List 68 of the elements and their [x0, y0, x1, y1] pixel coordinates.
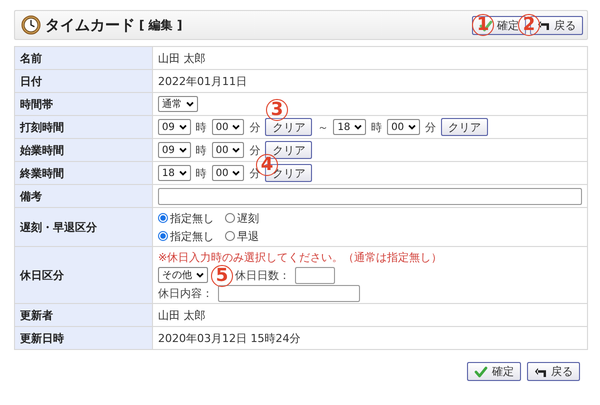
field-value: 山田 太郎 [158, 308, 206, 322]
chevron-down-icon [196, 272, 204, 278]
chevron-down-icon [408, 124, 416, 130]
clear-button[interactable]: クリア [440, 118, 488, 136]
unit-label: 分 [424, 120, 436, 134]
dropdown[interactable]: 00 [212, 142, 244, 158]
field-label: 備考 [14, 184, 152, 208]
dropdown[interactable]: 18 [158, 165, 191, 181]
chevron-down-icon [232, 124, 240, 130]
dropdown[interactable]: 18 [333, 119, 366, 135]
back-button[interactable]: 戻る [527, 362, 580, 381]
field-label: 時間帯 [14, 92, 152, 116]
number-marker: 3 [266, 99, 288, 121]
radio-button[interactable] [158, 213, 168, 223]
chevron-down-icon [232, 170, 240, 176]
chevron-down-icon [178, 147, 187, 153]
input-field[interactable] [295, 266, 335, 284]
dropdown[interactable]: 09 [158, 119, 191, 135]
notice-text: ※休日入力時のみ選択してください。（通常は指定無し） [158, 250, 442, 264]
dropdown[interactable]: 通常 [158, 96, 198, 112]
radio-label: 早退 [237, 228, 259, 244]
field-value: 山田 太郎 [158, 52, 206, 64]
unit-label: 時 [371, 120, 382, 134]
return-arrow-icon [534, 366, 547, 378]
radio-button[interactable] [225, 231, 235, 241]
unit-label: 時 [196, 166, 207, 180]
input-field[interactable] [158, 188, 582, 204]
dropdown[interactable]: 00 [212, 119, 244, 135]
input-field[interactable] [218, 284, 360, 302]
radio-label: 指定無し [170, 228, 214, 244]
chevron-down-icon [354, 124, 362, 130]
field-label: 名前 [14, 46, 152, 70]
field-value: 2020年03月12日 15時24分 [158, 332, 300, 344]
dropdown[interactable]: 00 [212, 165, 244, 181]
return-arrow-icon [537, 19, 550, 31]
chevron-down-icon [186, 101, 194, 107]
confirm-button[interactable]: 確定 [467, 362, 521, 381]
unit-label: 休日内容： [158, 286, 213, 300]
radio-label: 指定無し [170, 210, 214, 226]
unit-label: ～ [317, 120, 328, 134]
page-title: タイムカード [45, 16, 135, 34]
dropdown[interactable]: 00 [387, 119, 420, 135]
clear-button[interactable]: クリア [265, 118, 312, 136]
field-label: 日付 [14, 70, 152, 92]
field-label: 遅刻・早退区分 [14, 208, 152, 246]
unit-label: 時 [196, 142, 207, 158]
field-label: 打刻時間 [14, 116, 152, 138]
radio-label: 遅刻 [237, 210, 259, 226]
unit-label: 時 [196, 120, 207, 134]
mode-label: [ 編集 ] [139, 16, 182, 34]
radio-button[interactable] [158, 231, 168, 241]
radio-button[interactable] [225, 213, 235, 223]
unit-label: 休日日数： [235, 268, 290, 282]
clock-icon [21, 15, 41, 35]
unit-label: 分 [249, 120, 260, 134]
field-label: 更新者 [14, 304, 152, 326]
dropdown[interactable]: その他 [158, 267, 208, 283]
dropdown[interactable]: 09 [158, 142, 191, 158]
chevron-down-icon [232, 147, 240, 153]
field-label: 休日区分 [14, 246, 152, 304]
field-label: 終業時間 [14, 162, 152, 184]
field-label: 始業時間 [14, 138, 152, 162]
chevron-down-icon [178, 124, 187, 130]
number-marker: 5 [211, 265, 233, 287]
field-label: 更新日時 [14, 326, 152, 350]
chevron-down-icon [178, 170, 187, 176]
check-icon [474, 365, 488, 378]
field-value: 2022年01月11日 [158, 74, 247, 88]
